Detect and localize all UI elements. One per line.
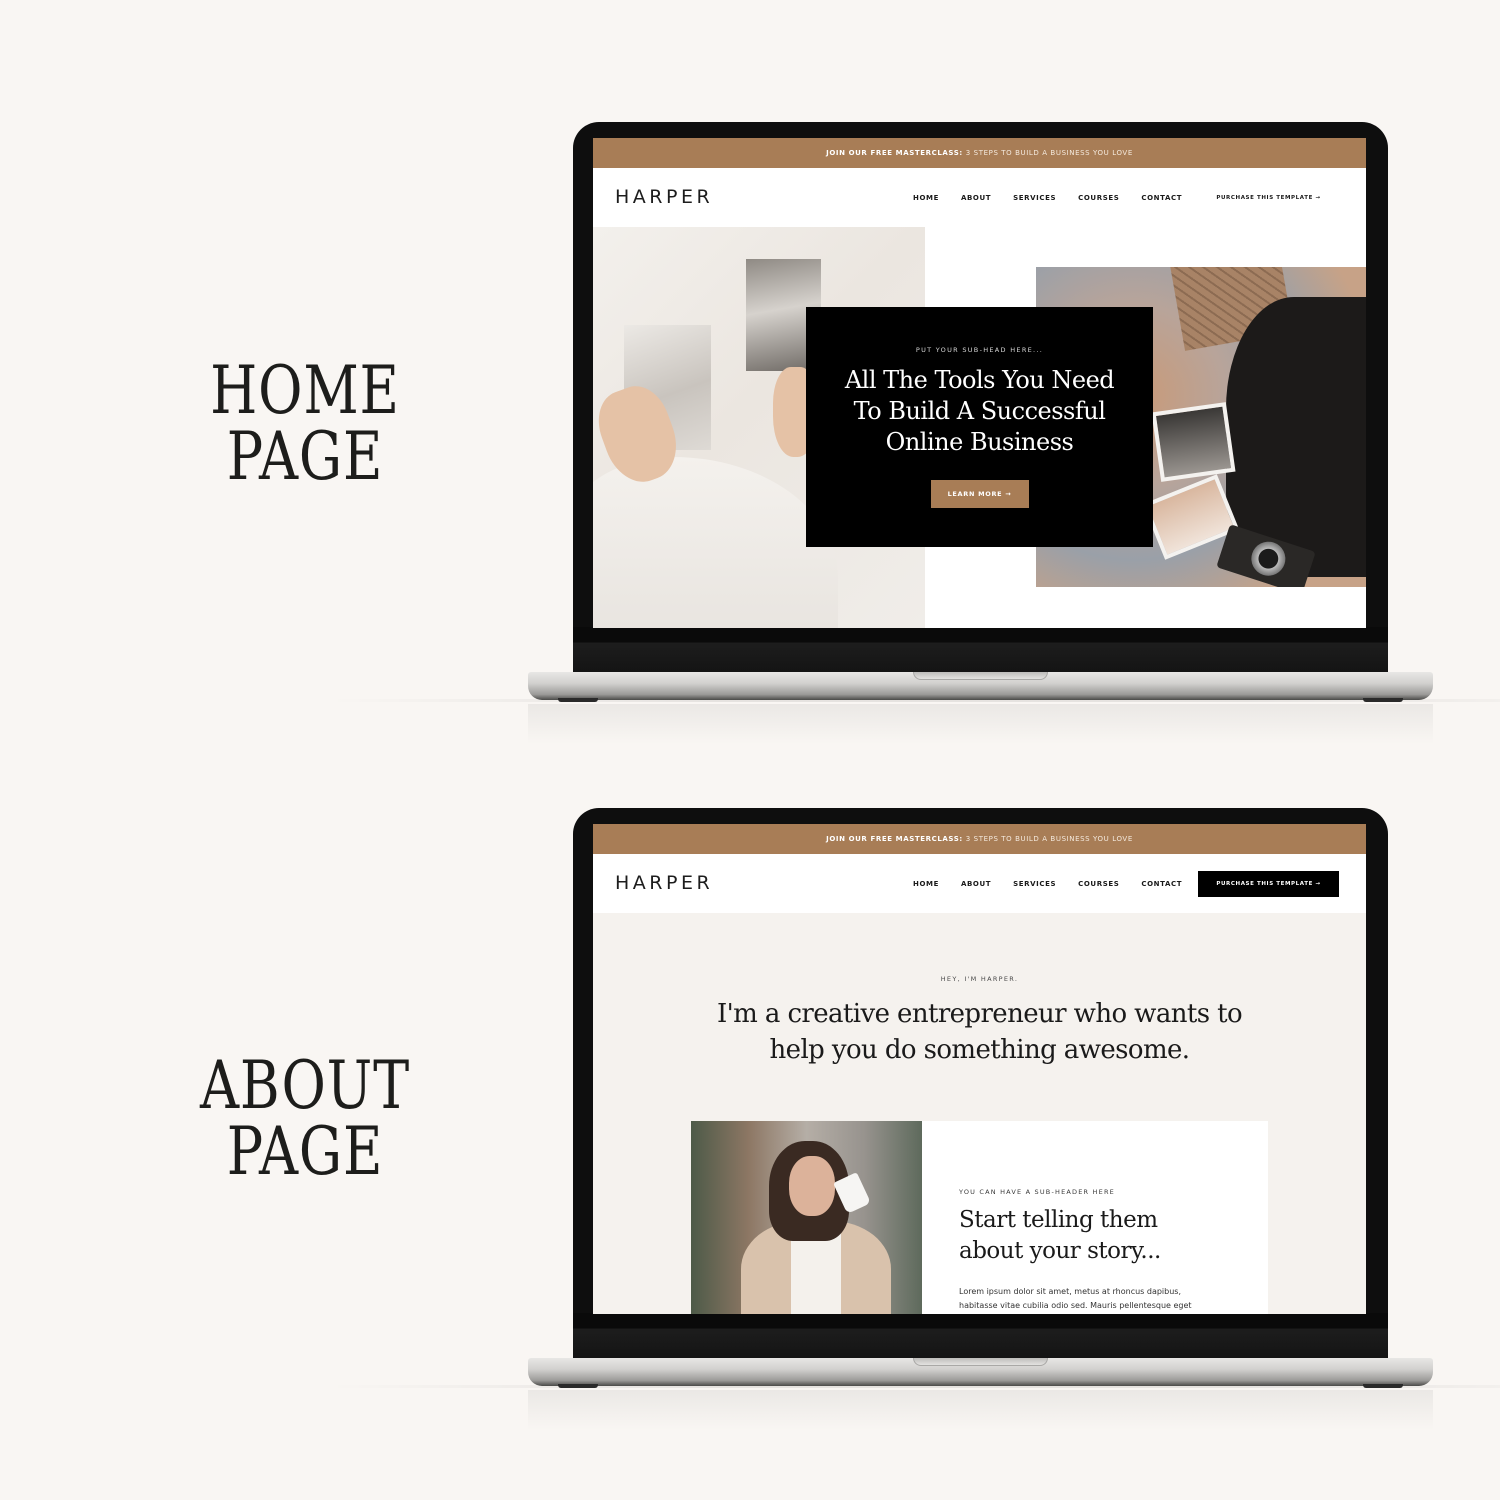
site-logo[interactable]: HARPER	[615, 872, 713, 894]
learn-more-button[interactable]: LEARN MORE →	[930, 480, 1029, 508]
sleeve-shape	[593, 457, 838, 628]
website-screen-about: JOIN OUR FREE MASTERCLASS: 3 STEPS TO BU…	[593, 824, 1366, 1314]
hero-title-line: Online Business	[885, 428, 1074, 456]
nav-home[interactable]: HOME	[913, 194, 939, 202]
purchase-template-button[interactable]: PURCHASE THIS TEMPLATE →	[1198, 871, 1339, 897]
main-nav: HOME ABOUT SERVICES COURSES CONTACT	[913, 194, 1204, 202]
label-line: PAGE	[226, 418, 384, 495]
label-line: PAGE	[226, 1113, 384, 1190]
banner-bold: JOIN OUR FREE MASTERCLASS:	[826, 149, 963, 157]
laptop-foot	[558, 698, 598, 702]
about-eyebrow: HEY, I'M HARPER.	[940, 975, 1019, 983]
banner-bold: JOIN OUR FREE MASTERCLASS:	[826, 835, 963, 843]
hero-subhead: PUT YOUR SUB-HEAD HERE...	[915, 346, 1044, 354]
laptop-reflection	[528, 1390, 1433, 1430]
hero-card: PUT YOUR SUB-HEAD HERE... All The Tools …	[806, 307, 1153, 547]
label-line: ABOUT	[199, 1047, 411, 1124]
shirt-shape	[791, 1231, 841, 1314]
story-heading-line: Start telling them	[959, 1207, 1158, 1233]
laptop-notch	[913, 1358, 1048, 1366]
nav-contact[interactable]: CONTACT	[1141, 194, 1182, 202]
site-logo[interactable]: HARPER	[615, 186, 713, 208]
nav-about[interactable]: ABOUT	[961, 880, 991, 888]
story-body: Lorem ipsum dolor sit amet, metus at rho…	[959, 1285, 1219, 1313]
photo-prints	[1151, 402, 1236, 482]
face-shape	[789, 1156, 835, 1216]
story-body-line: habitasse vitae cubilia odio sed. Mauris…	[959, 1301, 1192, 1310]
nav-contact[interactable]: CONTACT	[1141, 880, 1182, 888]
laptop-chin	[573, 1313, 1388, 1358]
hero-title-line: To Build A Successful	[853, 397, 1106, 425]
banner-text: 3 STEPS TO BUILD A BUSINESS YOU LOVE	[965, 835, 1133, 843]
about-page-label: ABOUT PAGE	[178, 1053, 432, 1185]
story-heading-line: about your story...	[959, 1238, 1161, 1264]
about-title-line: I'm a creative entrepreneur who wants to	[716, 999, 1243, 1029]
nav-home[interactable]: HOME	[913, 880, 939, 888]
main-nav: HOME ABOUT SERVICES COURSES CONTACT	[913, 880, 1204, 888]
hero-title: All The Tools You Need To Build A Succes…	[806, 365, 1153, 458]
story-subheader: YOU CAN HAVE A SUB-HEADER HERE	[959, 1188, 1115, 1196]
about-title-line: help you do something awesome.	[769, 1035, 1191, 1065]
story-body-line: Lorem ipsum dolor sit amet, metus at rho…	[959, 1287, 1182, 1296]
banner-text: 3 STEPS TO BUILD A BUSINESS YOU LOVE	[965, 149, 1133, 157]
nav-courses[interactable]: COURSES	[1078, 880, 1119, 888]
portrait-photo	[691, 1121, 922, 1314]
home-page-label: HOME PAGE	[178, 358, 432, 490]
nav-about[interactable]: ABOUT	[961, 194, 991, 202]
laptop-notch	[913, 672, 1048, 680]
announcement-banner[interactable]: JOIN OUR FREE MASTERCLASS: 3 STEPS TO BU…	[593, 138, 1366, 168]
laptop-chin	[573, 627, 1388, 672]
site-header: HARPER HOME ABOUT SERVICES COURSES CONTA…	[593, 854, 1366, 913]
laptop-reflection	[528, 704, 1433, 744]
about-section: HEY, I'M HARPER. I'm a creative entrepre…	[593, 913, 1366, 1314]
purchase-template-link[interactable]: PURCHASE THIS TEMPLATE →	[1198, 185, 1339, 211]
story-heading: Start telling them about your story...	[959, 1205, 1161, 1267]
website-screen-home: JOIN OUR FREE MASTERCLASS: 3 STEPS TO BU…	[593, 138, 1366, 628]
label-line: HOME	[210, 352, 400, 429]
laptop-foot	[558, 1384, 598, 1388]
nav-services[interactable]: SERVICES	[1013, 880, 1056, 888]
site-header: HARPER HOME ABOUT SERVICES COURSES CONTA…	[593, 168, 1366, 227]
story-card: YOU CAN HAVE A SUB-HEADER HERE Start tel…	[691, 1121, 1268, 1314]
hero-title-line: All The Tools You Need	[844, 366, 1115, 394]
laptop-foot	[1363, 698, 1403, 702]
laptop-foot	[1363, 1384, 1403, 1388]
hero-section: PUT YOUR SUB-HEAD HERE... All The Tools …	[593, 227, 1366, 628]
announcement-banner[interactable]: JOIN OUR FREE MASTERCLASS: 3 STEPS TO BU…	[593, 824, 1366, 854]
nav-courses[interactable]: COURSES	[1078, 194, 1119, 202]
about-title: I'm a creative entrepreneur who wants to…	[593, 996, 1366, 1068]
nav-services[interactable]: SERVICES	[1013, 194, 1056, 202]
